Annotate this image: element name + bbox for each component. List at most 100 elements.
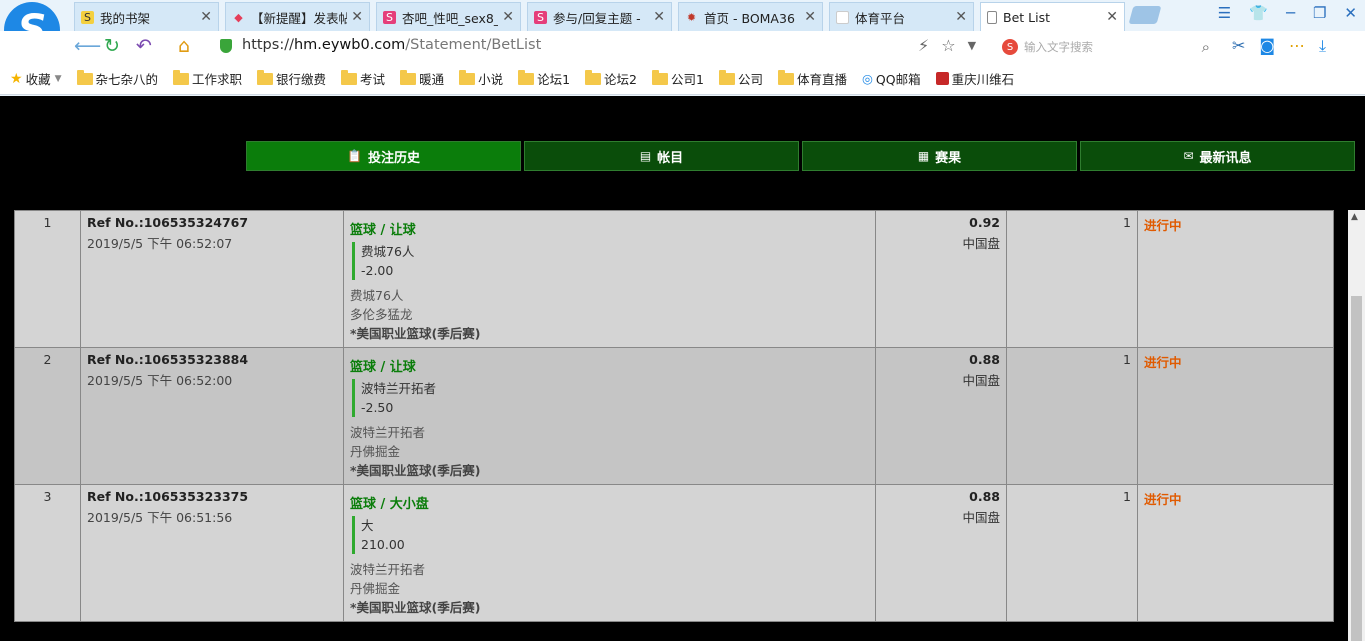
download-icon[interactable]: ⤓ [1319,36,1326,56]
qq-mail-icon: ◎ [861,71,873,86]
bookmark-folder[interactable]: 考试 [341,69,385,88]
tab-3[interactable]: S 参与/回复主题 - ✕ [527,2,672,31]
folder-icon [777,69,794,85]
chevron-down-icon: ▼ [54,73,62,84]
reload-icon[interactable]: ↻ [104,35,120,57]
bookmark-folder[interactable]: 论坛1 [518,69,570,88]
odds-value: 0.88 [969,352,1000,367]
scissors-icon[interactable]: ✂ [1232,36,1245,56]
tab-4[interactable]: ✹ 首页 - BOMA36 ✕ [678,2,823,31]
address-bar-row: ⟵ ↻ ↶ ⌂ https://hm.eywb0.com/Statement/B… [0,31,1365,64]
bookmark-folder[interactable]: 小说 [459,69,503,88]
status-cell: 进行中 [1137,347,1334,485]
url-field[interactable]: https://hm.eywb0.com/Statement/BetList [242,37,541,53]
star-icon: ★ [10,70,23,87]
bookmark-folder[interactable]: 公司 [718,69,763,88]
magnifier-ext-icon[interactable]: ◙ [1259,36,1275,56]
tab-1[interactable]: ◆ 【新提醒】发表帖 ✕ [225,2,370,31]
bookmark-folder[interactable]: 杂七杂八的 [76,69,158,88]
clipboard-icon: 📋 [347,149,362,163]
search-icon[interactable]: ⌕ [1202,38,1210,56]
tab-messages[interactable]: ✉ 最新讯息 [1080,141,1355,171]
bookmark-favorites[interactable]: ★ 收藏 ▼ [10,69,62,88]
tab-results[interactable]: ▦ 赛果 [802,141,1077,171]
menu-icon[interactable]: ☰ [1218,4,1231,22]
tab-0[interactable]: S 我的书架 ✕ [74,2,219,31]
bookmark-folder[interactable]: 体育直播 [777,69,847,88]
selection-cell: 篮球 / 让球 费城76人 -2.00 费城76人 多伦多猛龙 *美国职业篮球(… [343,210,876,348]
url-scheme: https:// [242,37,294,53]
tab-5[interactable]: 体育平台 ✕ [829,2,974,31]
bookmark-qq-mail[interactable]: ◎ QQ邮箱 [862,69,921,88]
close-icon[interactable]: ✕ [653,9,665,25]
nav-label: 投注历史 [367,150,420,166]
close-icon[interactable]: ✕ [200,9,212,25]
site-favicon-icon: ✹ [686,10,697,24]
row-number: 1 [14,210,81,348]
site-favicon-icon: S [81,10,94,24]
pick-name: 费城76人 [361,244,415,259]
selection-cell: 篮球 / 大小盘 大 210.00 波特兰开拓者 丹佛掘金 *美国职业篮球(季后… [343,484,876,622]
skin-icon[interactable]: 👕 [1249,4,1268,22]
bookmark-folder[interactable]: 工作求职 [173,69,242,88]
search-input[interactable]: S 输入文字搜索 ⌕ [1002,36,1214,58]
bookmark-folder[interactable]: 公司1 [652,69,704,88]
tab-6[interactable]: Bet List ✕ [980,2,1125,31]
odds-cell: 0.88 中国盘 [875,484,1007,622]
tab-strip: S 我的书架 ✕ ◆ 【新提醒】发表帖 ✕ S 杏吧_性吧_sex8_ ✕ S 参与/回复主题… [74,0,1162,31]
bookmark-site[interactable]: 重庆川维石 [935,69,1014,88]
folder-icon [518,69,535,85]
bookmarks-bar: ★ 收藏 ▼ 杂七杂八的 工作求职 银行缴费 考试 暖通 小说 论坛1 论坛2 公司… [0,63,1365,95]
close-icon[interactable]: ✕ [1106,9,1118,25]
bookmark-folder[interactable]: 暖通 [400,69,444,88]
tab-account[interactable]: ▤ 帐目 [524,141,799,171]
close-icon[interactable]: ✕ [502,9,514,25]
bet-list-table: 1 Ref No.:106535324767 2019/5/5 下午 06:52… [14,210,1334,622]
vertical-scrollbar[interactable]: ▲ [1348,210,1365,641]
row-number: 3 [14,484,81,622]
pick-box: 波特兰开拓者 -2.50 [352,379,869,417]
pick-name: 大 [361,518,374,533]
close-icon[interactable]: ✕ [351,9,363,25]
close-icon[interactable]: ✕ [804,9,816,25]
scroll-up-icon[interactable]: ▲ [1351,212,1358,222]
team-home: 波特兰开拓者 [350,562,426,577]
ref-cell: Ref No.:106535324767 2019/5/5 下午 06:52:0… [80,210,344,348]
pick-box: 大 210.00 [352,516,869,554]
close-icon[interactable]: ✕ [955,9,967,25]
tab-label: 【新提醒】发表帖 [251,10,348,26]
bookmark-folder[interactable]: 银行缴费 [257,69,326,88]
tab-2[interactable]: S 杏吧_性吧_sex8_ ✕ [376,2,521,31]
new-tab-button[interactable] [1128,6,1162,24]
ref-cell: Ref No.:106535323375 2019/5/5 下午 06:51:5… [80,484,344,622]
address-tools: ⚡ ☆ ▼ [918,36,976,55]
scroll-thumb[interactable] [1351,296,1362,641]
search-engine-icon[interactable]: S [1002,39,1018,55]
url-host: hm.eywb0.com [293,37,406,53]
tab-bet-history[interactable]: 📋 投注历史 [246,141,521,171]
minimize-icon[interactable]: ─ [1286,4,1295,22]
table-row: 3 Ref No.:106535323375 2019/5/5 下午 06:51… [14,484,1334,622]
more-icon[interactable]: ⋯ [1289,36,1305,56]
bookmark-label: 公司1 [671,72,704,87]
tab-label: 参与/回复主题 - [553,10,641,26]
tab-label: 我的书架 [100,10,151,26]
page-content: 📋 投注历史 ▤ 帐目 ▦ 赛果 ✉ 最新讯息 1 Ref No.:1065353247… [0,96,1365,641]
close-window-icon[interactable]: ✕ [1344,4,1357,22]
undo-icon[interactable]: ↶ [136,35,152,57]
lightning-icon[interactable]: ⚡ [918,36,929,55]
home-icon[interactable]: ⌂ [178,35,190,57]
nav-label: 最新讯息 [1199,150,1252,166]
sport-type: 篮球 / 让球 [350,223,416,238]
restore-icon[interactable]: ❐ [1313,4,1326,22]
chevron-down-icon[interactable]: ▼ [968,39,976,55]
bookmark-label: 收藏 [25,72,51,87]
bookmark-folder[interactable]: 论坛2 [585,69,637,88]
back-icon[interactable]: ⟵ [74,35,101,57]
ref-number: Ref No.:106535324767 [87,215,249,230]
star-icon[interactable]: ☆ [941,36,955,55]
league-name: *美国职业篮球(季后赛) [350,326,481,341]
folder-icon [652,69,668,85]
stake-cell: 1 [1006,484,1138,622]
site-favicon-icon: S [383,10,396,24]
